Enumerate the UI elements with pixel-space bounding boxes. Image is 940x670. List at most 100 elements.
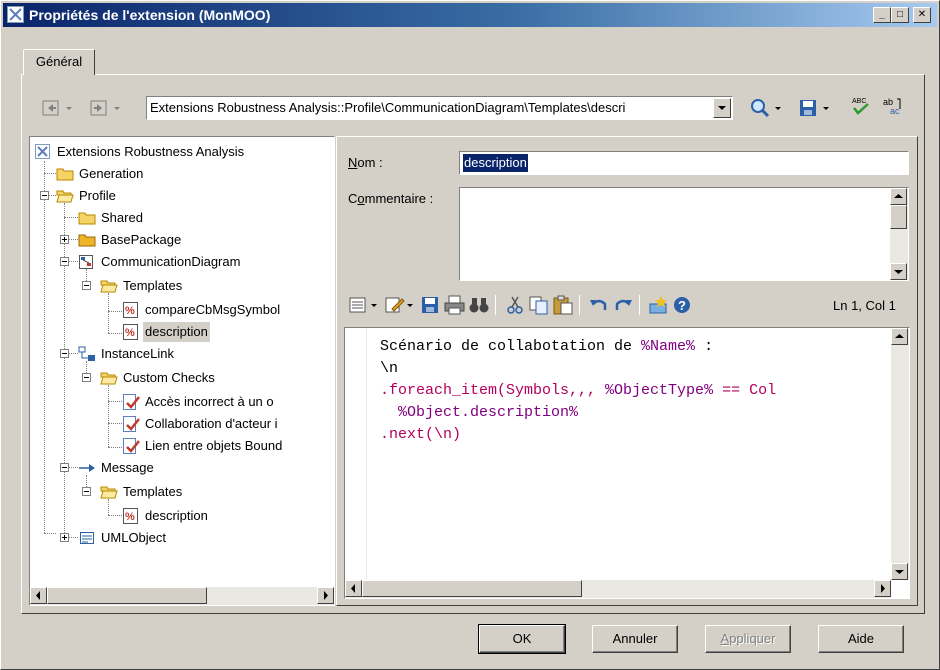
help-button[interactable]: Aide xyxy=(818,625,904,653)
code-token: Scénario de collabotation de xyxy=(380,338,642,355)
save-dropdown-icon[interactable] xyxy=(821,97,833,119)
binoculars-icon[interactable] xyxy=(467,294,491,316)
instancelink-collapse-toggle[interactable] xyxy=(60,349,69,358)
extension-icon xyxy=(35,144,50,159)
name-input[interactable]: description xyxy=(459,151,909,175)
tab-general[interactable]: Général xyxy=(23,49,95,75)
save-icon[interactable] xyxy=(797,97,821,119)
message-templates-collapse-toggle[interactable] xyxy=(82,487,91,496)
copy-icon[interactable] xyxy=(527,294,551,316)
arrow-up-icon xyxy=(895,334,904,338)
umlobject-expand-toggle[interactable] xyxy=(60,533,69,542)
format-dropdown-icon[interactable] xyxy=(369,294,381,316)
path-dropdown-button[interactable] xyxy=(713,98,731,118)
ok-button[interactable]: OK xyxy=(478,624,566,654)
tree-line xyxy=(108,515,122,516)
undo-icon[interactable] xyxy=(587,294,611,316)
minimize-button[interactable]: _ xyxy=(873,7,891,23)
tree-horizontal-scrollbar[interactable] xyxy=(30,587,334,605)
back-arrow-icon[interactable] xyxy=(41,98,61,118)
paste-icon[interactable] xyxy=(551,294,575,316)
scroll-thumb[interactable] xyxy=(47,587,207,604)
diagram-icon xyxy=(79,255,93,269)
svg-text:%: % xyxy=(125,305,135,317)
code-content[interactable]: Scénario de collabotation de %Name% : \n.… xyxy=(380,336,890,576)
path-combobox[interactable]: Extensions Robustness Analysis::Profile\… xyxy=(146,96,733,120)
scroll-thumb[interactable] xyxy=(890,205,907,229)
edit-dropdown-icon[interactable] xyxy=(405,294,417,316)
svg-text:%: % xyxy=(125,511,135,523)
code-token: : xyxy=(695,338,714,355)
arrow-up-icon xyxy=(894,194,903,198)
templates-collapse-toggle[interactable] xyxy=(82,281,91,290)
edit-icon[interactable] xyxy=(383,294,407,316)
customchecks-collapse-toggle[interactable] xyxy=(82,373,91,382)
close-button[interactable]: ✕ xyxy=(913,7,931,23)
template-icon: % xyxy=(123,302,138,318)
code-line[interactable]: .foreach_item(Symbols,,, %ObjectType% ==… xyxy=(380,380,890,402)
scroll-right-button[interactable] xyxy=(874,580,891,597)
editor-vertical-scrollbar[interactable] xyxy=(891,328,909,580)
tree-line xyxy=(64,217,78,218)
forward-arrow-icon[interactable] xyxy=(89,98,109,118)
folder-open-icon xyxy=(100,280,118,293)
tree-line xyxy=(44,173,56,174)
code-line[interactable]: %Object.description% xyxy=(380,402,890,424)
scroll-right-button[interactable] xyxy=(317,587,334,604)
redo-icon[interactable] xyxy=(611,294,635,316)
comment-label: Commentaire : xyxy=(348,191,434,206)
message-icon xyxy=(79,464,95,472)
template-code-editor[interactable]: Scénario de collabotation de %Name% : \n.… xyxy=(344,327,910,599)
arrow-down-icon xyxy=(894,270,903,274)
scroll-down-button[interactable] xyxy=(891,563,908,580)
find-dropdown-icon[interactable] xyxy=(773,97,785,119)
tree-item-label: compareCbMsgSymbol xyxy=(145,302,281,317)
find-icon[interactable] xyxy=(749,97,773,119)
scroll-thumb[interactable] xyxy=(362,580,582,597)
maximize-button[interactable]: □ xyxy=(891,7,909,23)
scroll-up-button[interactable] xyxy=(891,328,908,345)
arrow-left-icon xyxy=(36,591,40,600)
maximize-icon: □ xyxy=(896,9,904,20)
scroll-down-button[interactable] xyxy=(890,263,907,280)
comment-textarea[interactable] xyxy=(459,187,909,281)
apply-button[interactable]: Appliquer xyxy=(705,625,791,653)
editor-horizontal-scrollbar[interactable] xyxy=(345,580,891,598)
communicationdiagram-collapse-toggle[interactable] xyxy=(60,257,69,266)
cut-icon[interactable] xyxy=(503,294,527,316)
insert-field-icon[interactable] xyxy=(647,294,671,316)
tree-item-label: Shared xyxy=(101,210,143,225)
scroll-up-button[interactable] xyxy=(890,188,907,205)
print-icon[interactable] xyxy=(443,294,467,316)
back-dropdown-icon[interactable] xyxy=(63,98,75,118)
extension-tree[interactable]: Extensions Robustness Analysis Generatio… xyxy=(29,136,335,606)
tree-line xyxy=(108,447,122,448)
svg-text:ac: ac xyxy=(890,106,900,116)
editor-gutter xyxy=(345,328,367,580)
comment-vertical-scrollbar[interactable] xyxy=(890,188,908,280)
spell-check-icon[interactable]: ABC xyxy=(849,95,873,117)
folder-open-icon xyxy=(56,190,74,203)
save-icon[interactable] xyxy=(419,294,443,316)
replace-icon[interactable]: ab ac xyxy=(879,95,903,117)
scroll-left-button[interactable] xyxy=(30,587,47,604)
tree-line xyxy=(108,385,109,447)
forward-dropdown-icon[interactable] xyxy=(111,98,123,118)
chevron-down-icon xyxy=(718,106,726,110)
title-bar[interactable]: Propriétés de l'extension (MonMOO) _ □ ✕ xyxy=(3,3,937,27)
code-line[interactable]: Scénario de collabotation de %Name% : xyxy=(380,336,890,358)
scroll-left-button[interactable] xyxy=(345,580,362,597)
profile-collapse-toggle[interactable] xyxy=(40,191,49,200)
code-line[interactable]: .next(\n) xyxy=(380,424,890,446)
basepackage-expand-toggle[interactable] xyxy=(60,235,69,244)
code-line[interactable]: \n xyxy=(380,358,890,380)
message-collapse-toggle[interactable] xyxy=(60,463,69,472)
minimize-icon: _ xyxy=(879,9,885,20)
help-icon[interactable]: ? xyxy=(671,294,695,316)
code-token: %Object.description% xyxy=(380,404,579,421)
name-label: Nom : xyxy=(348,155,383,170)
svg-text:?: ? xyxy=(678,298,686,313)
cancel-button[interactable]: Annuler xyxy=(592,625,678,653)
format-icon[interactable] xyxy=(347,294,371,316)
custom-check-icon xyxy=(123,438,140,454)
